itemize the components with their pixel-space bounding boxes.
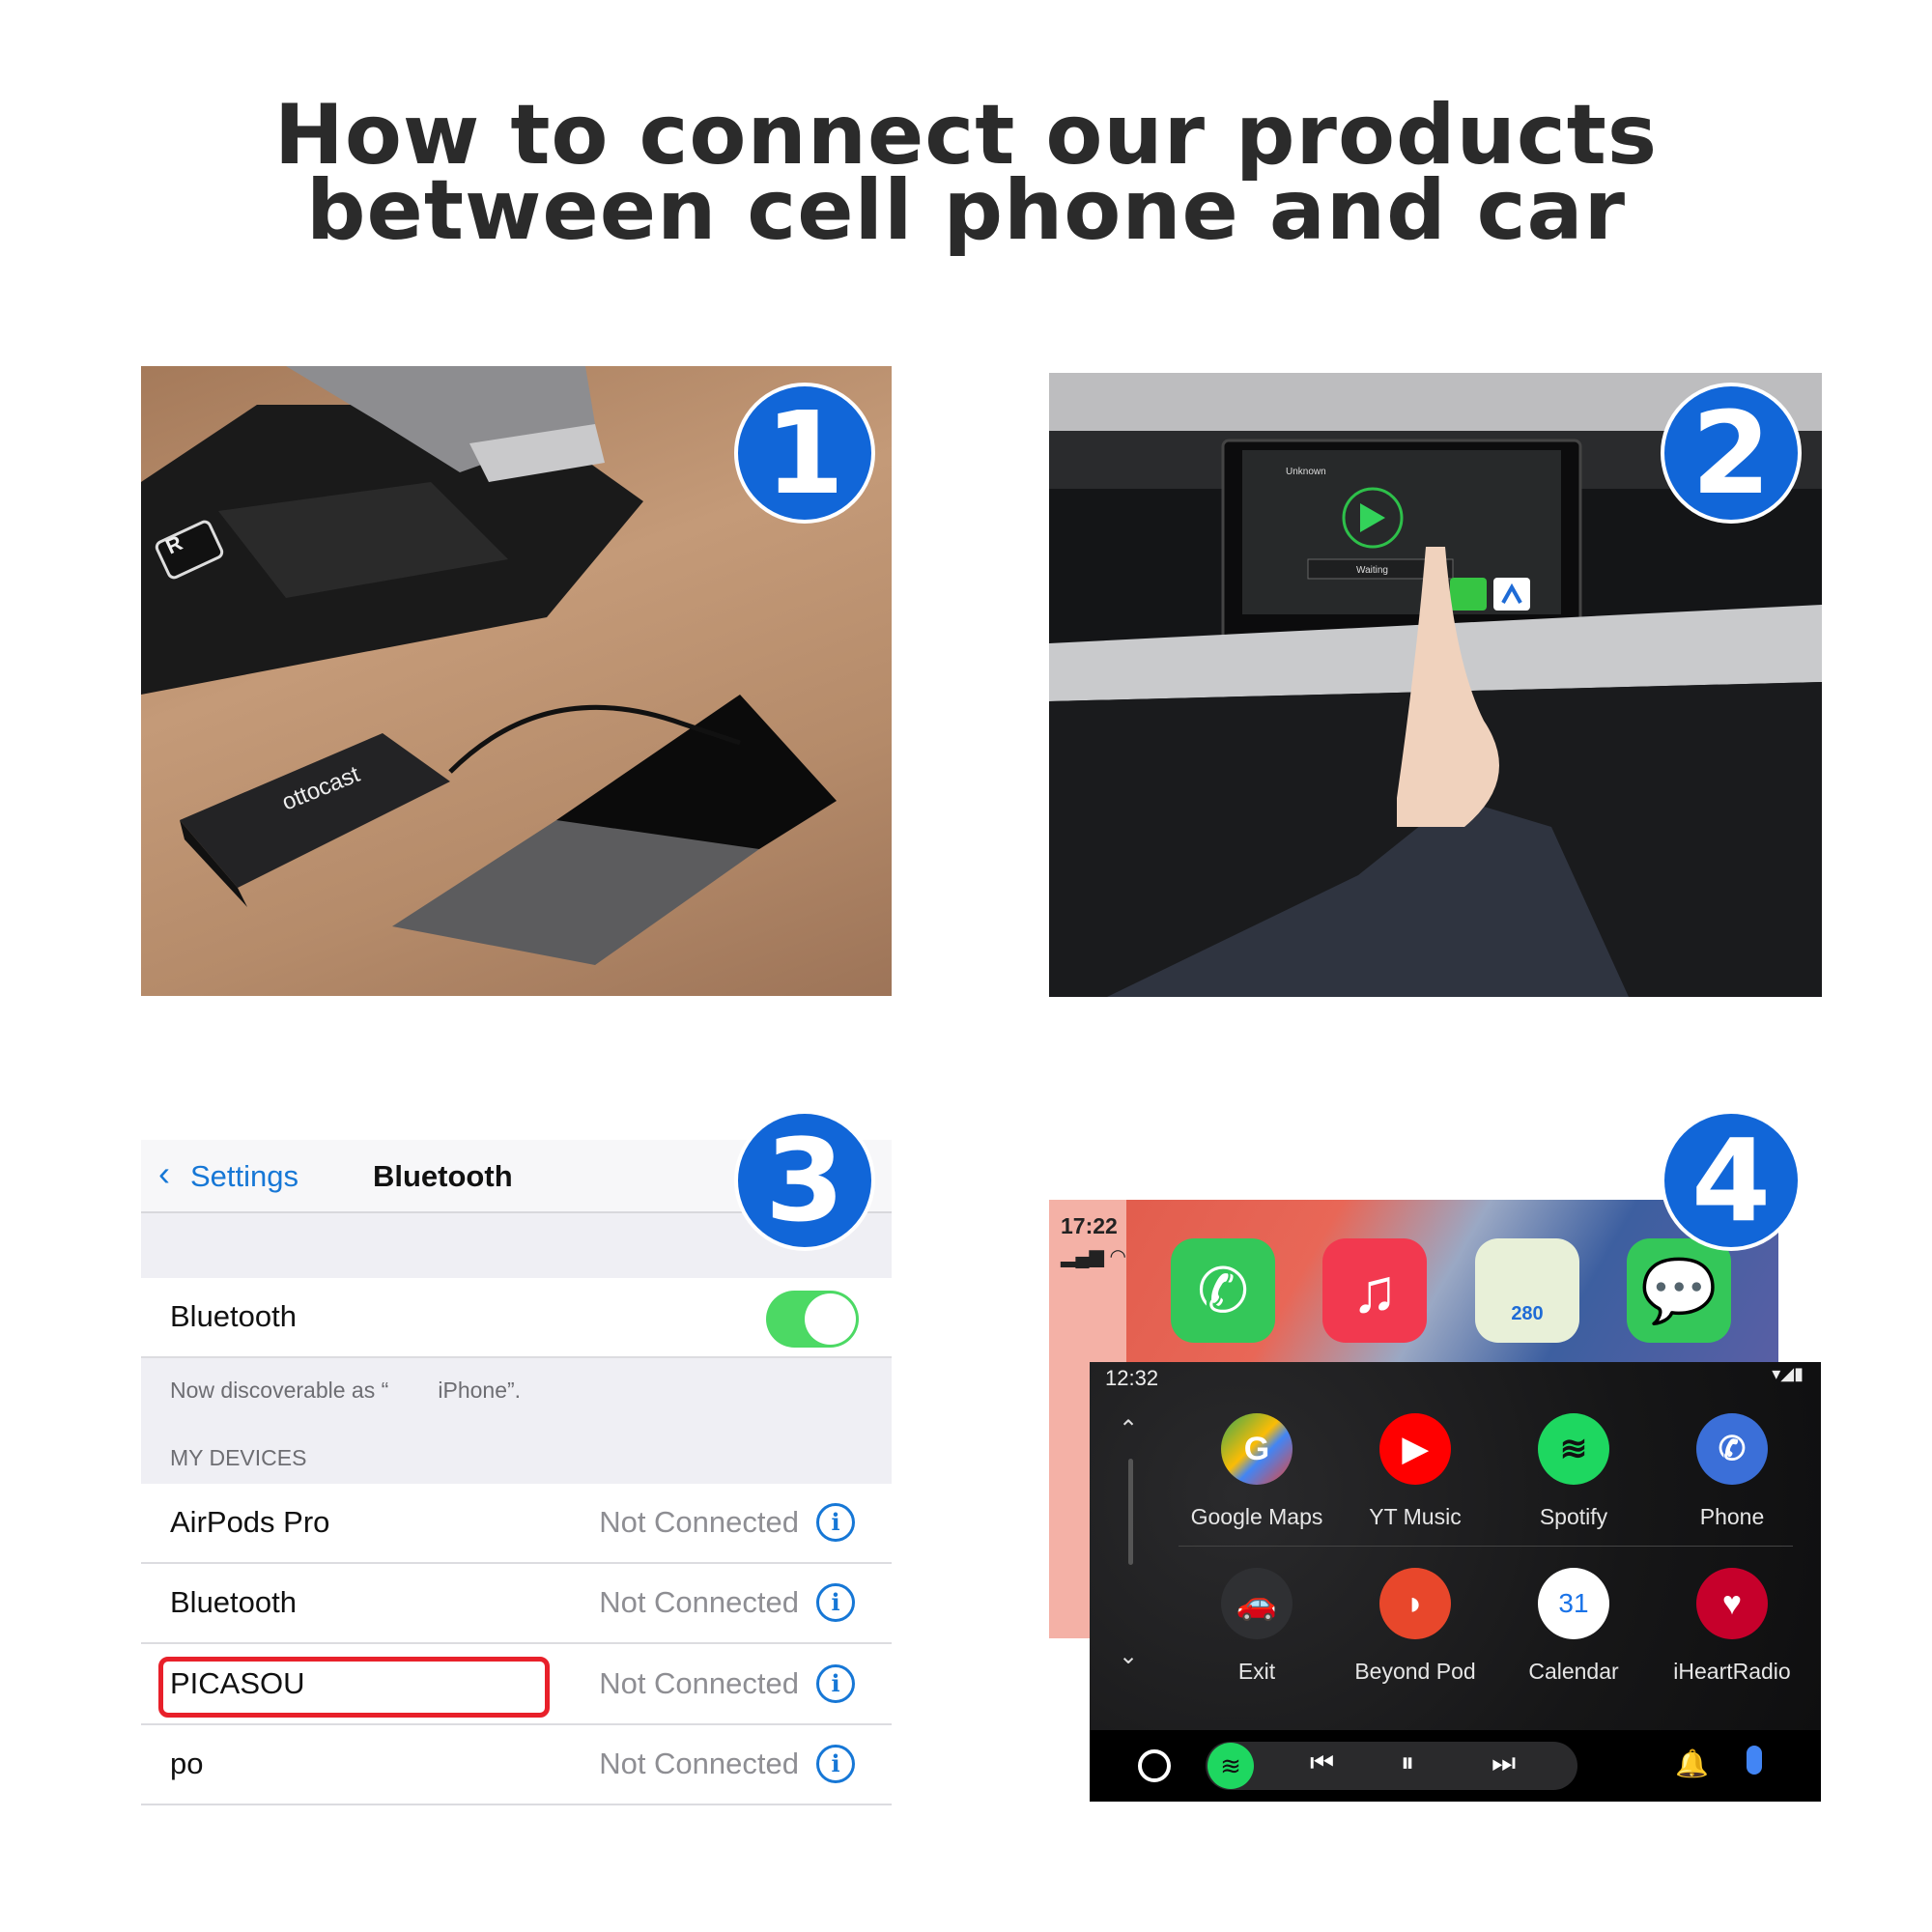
nav-title: Bluetooth [373,1159,513,1193]
back-chevron-icon[interactable]: ‹ [158,1153,170,1194]
signal-wifi-icon: ▂▄▆ ◠ [1061,1246,1126,1267]
carplay-messages-icon[interactable]: 💬 [1627,1238,1731,1343]
beyond-pod-icon: ◗ [1379,1568,1451,1639]
svg-text:Unknown: Unknown [1286,467,1326,477]
microphone-icon[interactable] [1747,1746,1762,1775]
device-row-picasou[interactable]: PICASOU Not Connected i [141,1645,892,1725]
info-icon[interactable]: i [816,1664,855,1703]
app-iheartradio[interactable]: ♥ iHeartRadio [1660,1568,1804,1685]
divider [1179,1546,1793,1547]
device-row[interactable]: Bluetooth Not Connected i [141,1564,892,1644]
app-spotify[interactable]: ≋ Spotify [1501,1413,1646,1530]
app-yt-music[interactable]: ▶ YT Music [1343,1413,1488,1530]
spotify-icon: ≋ [1538,1413,1609,1485]
carplay-music-icon[interactable]: ♫ [1322,1238,1427,1343]
iheartradio-icon: ♥ [1696,1568,1768,1639]
info-icon[interactable]: i [816,1745,855,1783]
back-settings-button[interactable]: Settings [190,1159,298,1194]
app-calendar[interactable]: 31 Calendar [1501,1568,1646,1685]
home-button[interactable] [1138,1749,1171,1782]
scrollbar[interactable] [1128,1459,1133,1565]
android-nav-bar: ≋ ⏮ ⏸ ⏭ 🔔 [1090,1730,1821,1802]
step-badge-4: 4 [1661,1110,1802,1251]
scroll-down-icon[interactable]: ⌄ [1119,1642,1138,1670]
phone-icon: ✆ [1696,1413,1768,1485]
carplay-maps-icon[interactable]: 280 [1475,1238,1579,1343]
pause-icon[interactable]: ⏸ [1401,1747,1414,1779]
carplay-time: 17:22 [1061,1213,1118,1238]
app-exit[interactable]: 🚗 Exit [1184,1568,1329,1685]
discoverable-text: Now discoverable as “ iPhone”. [170,1378,522,1403]
scroll-up-icon[interactable]: ⌃ [1119,1415,1138,1443]
svg-text:Waiting: Waiting [1356,565,1388,576]
android-auto-screen: 12:32 ▾◢▮ ⌃ ⌄ G Google Maps ▶ YT Music ≋ Sp… [1090,1362,1821,1802]
status-icons: ▾◢▮ [1772,1364,1804,1383]
calendar-icon: 31 [1538,1568,1609,1639]
step-badge-3: 3 [734,1110,875,1251]
next-track-icon[interactable]: ⏭ [1492,1747,1516,1779]
app-beyond-pod[interactable]: ◗ Beyond Pod [1343,1568,1488,1685]
carplay-phone-icon[interactable]: ✆ [1171,1238,1275,1343]
spotify-icon[interactable]: ≋ [1208,1743,1254,1789]
previous-track-icon[interactable]: ⏮ [1310,1747,1334,1779]
info-icon[interactable]: i [816,1503,855,1542]
info-icon[interactable]: i [816,1583,855,1622]
step-badge-1: 1 [734,383,875,524]
device-row[interactable]: po Not Connected i [141,1725,892,1805]
google-maps-icon: G [1221,1413,1293,1485]
car-icon: 🚗 [1221,1568,1293,1639]
device-row[interactable]: AirPods Pro Not Connected i [141,1484,892,1564]
bell-icon[interactable]: 🔔 [1675,1747,1709,1779]
my-devices-header: MY DEVICES [170,1445,307,1470]
yt-music-icon: ▶ [1379,1413,1451,1485]
bluetooth-toggle-row: Bluetooth [141,1278,892,1358]
step-badge-2: 2 [1661,383,1802,524]
app-google-maps[interactable]: G Google Maps [1184,1413,1329,1530]
app-phone[interactable]: ✆ Phone [1660,1413,1804,1530]
android-time: 12:32 [1105,1366,1159,1390]
title-line-2: between cell phone and car [305,162,1626,259]
bluetooth-toggle[interactable] [766,1291,859,1348]
